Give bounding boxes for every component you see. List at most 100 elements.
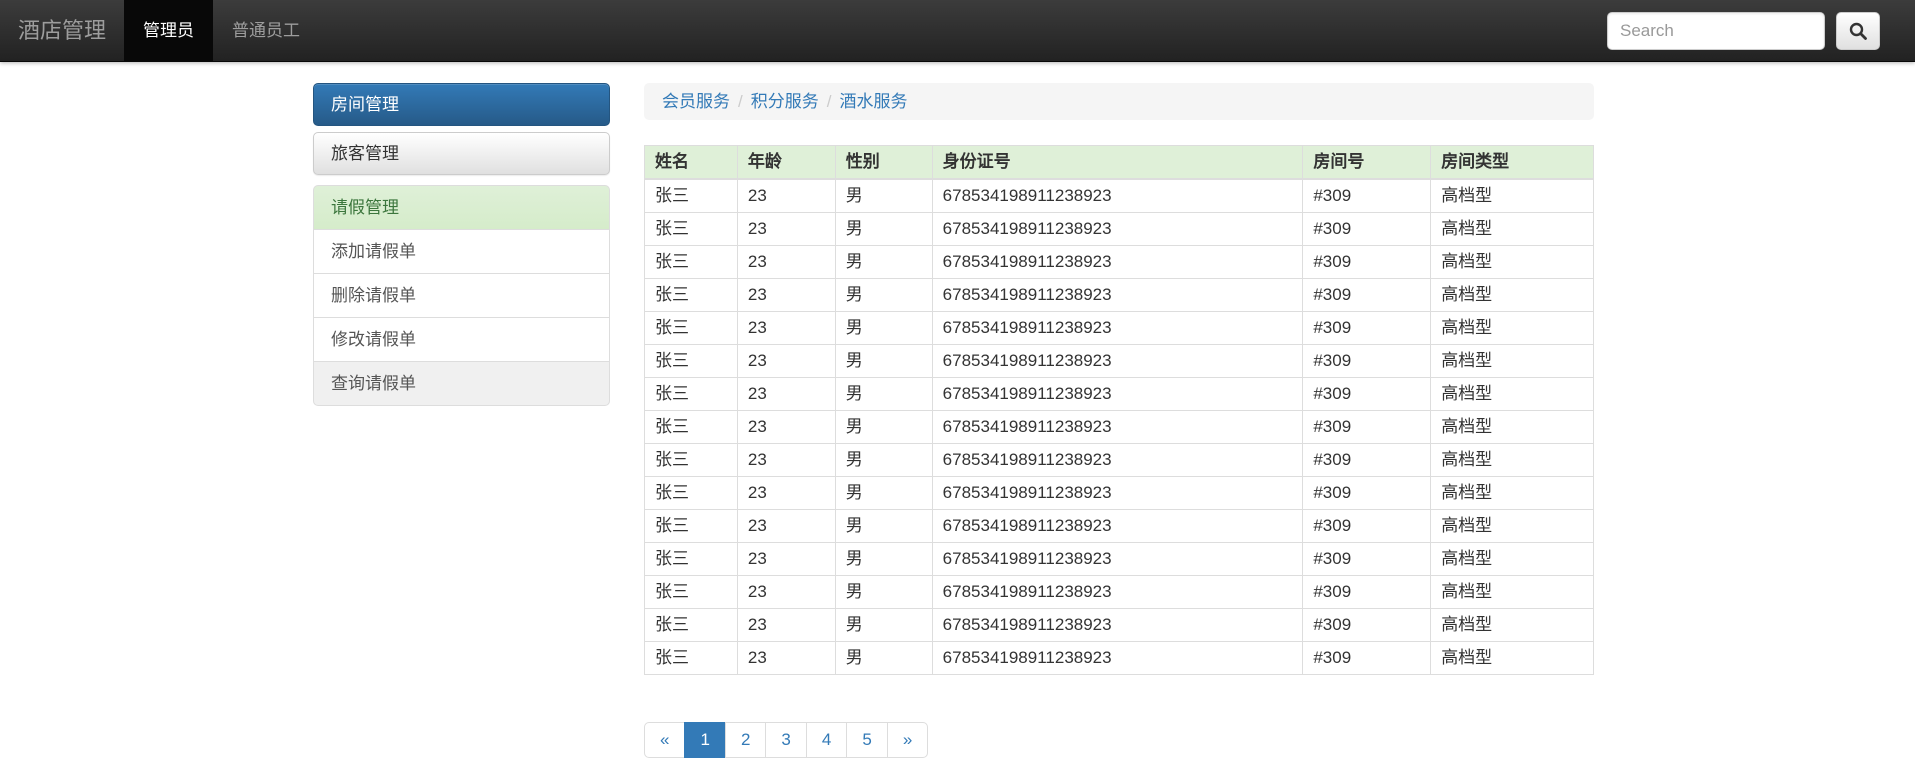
table-cell: #309 (1302, 311, 1432, 345)
sidebar-list-item-5[interactable]: 查询请假单 (313, 362, 610, 406)
table-cell: 高档型 (1430, 641, 1594, 675)
table-cell: 张三 (644, 575, 738, 609)
table-cell: 张三 (644, 641, 738, 675)
table-cell: 23 (736, 311, 836, 345)
table-cell: #309 (1302, 278, 1432, 312)
table-cell: 23 (736, 178, 836, 213)
table-cell: 张三 (644, 377, 738, 411)
sidebar-list-item-3[interactable]: 删除请假单 (313, 274, 610, 318)
search-input[interactable] (1607, 11, 1825, 50)
table-cell: 678534198911238923 (931, 641, 1304, 675)
table-cell: 23 (736, 476, 836, 510)
table-row: 张三 23 男 678534198911238923 #309 高档型 (644, 641, 1594, 675)
table-cell: 高档型 (1430, 178, 1594, 213)
table-cell: 678534198911238923 (931, 410, 1304, 444)
navbar-search-form (1607, 0, 1915, 61)
table-cell: 678534198911238923 (931, 278, 1304, 312)
table-header-cell: 年龄 (736, 145, 836, 180)
table-cell: #309 (1302, 542, 1432, 576)
sidebar-list-item-1[interactable]: 请假管理 (313, 185, 610, 230)
sidebar-list-item-2[interactable]: 添加请假单 (313, 230, 610, 274)
page-body: 房间管理旅客管理请假管理 添加请假单 删除请假单 修改请假单 查询请假单 会员服务 / 积分… (0, 62, 1915, 777)
pagination-page-4[interactable]: 4 (805, 722, 848, 758)
pagination: «1 2 3 4 5» (644, 722, 1594, 758)
search-icon (1848, 21, 1868, 41)
table-cell: 678534198911238923 (931, 178, 1304, 213)
table-cell: 男 (834, 641, 933, 675)
table-cell: 23 (736, 575, 836, 609)
table-cell: #309 (1302, 443, 1432, 477)
table-cell: 高档型 (1430, 608, 1594, 642)
table-cell: 23 (736, 212, 836, 246)
sidebar: 房间管理旅客管理请假管理 添加请假单 删除请假单 修改请假单 查询请假单 (313, 83, 610, 406)
table-header-cell: 身份证号 (931, 145, 1304, 180)
guest-table-head: 姓名 年龄 性别 身份证号 房间号 房间类型 (644, 145, 1594, 180)
pagination-next[interactable]: » (886, 722, 929, 758)
table-cell: 男 (834, 311, 933, 345)
table-cell: 高档型 (1430, 410, 1594, 444)
table-cell: #309 (1302, 608, 1432, 642)
table-cell: 高档型 (1430, 443, 1594, 477)
breadcrumb-item-3[interactable]: 酒水服务 (839, 91, 907, 112)
table-cell: 678534198911238923 (931, 608, 1304, 642)
table-cell: 678534198911238923 (931, 476, 1304, 510)
table-cell: 张三 (644, 212, 738, 246)
table-cell: 高档型 (1430, 476, 1594, 510)
table-header-row: 姓名 年龄 性别 身份证号 房间号 房间类型 (644, 145, 1594, 180)
table-cell: 男 (834, 608, 933, 642)
table-cell: 678534198911238923 (931, 443, 1304, 477)
table-cell: 678534198911238923 (931, 377, 1304, 411)
sidebar-button-2[interactable]: 旅客管理 (313, 132, 610, 175)
table-cell: 678534198911238923 (931, 542, 1304, 576)
sidebar-list-item-4[interactable]: 修改请假单 (313, 318, 610, 362)
pagination-prev[interactable]: « (644, 722, 686, 758)
sidebar-button-1[interactable]: 房间管理 (313, 83, 610, 126)
table-header-cell: 姓名 (644, 145, 738, 180)
sidebar-list-group: 请假管理 添加请假单 删除请假单 修改请假单 查询请假单 (313, 185, 610, 406)
guest-table: 姓名 年龄 性别 身份证号 房间号 房间类型 张三 23 男 67853419891123892… (644, 145, 1594, 675)
pagination-page-5[interactable]: 5 (846, 722, 888, 758)
table-cell: 张三 (644, 178, 738, 213)
table-cell: 张三 (644, 608, 738, 642)
breadcrumb: 会员服务 / 积分服务 / 酒水服务 (644, 83, 1594, 120)
navbar-item-2[interactable]: 普通员工 (213, 0, 319, 61)
table-cell: 男 (834, 443, 933, 477)
table-row: 张三 23 男 678534198911238923 #309 高档型 (644, 608, 1594, 642)
navbar-item-1[interactable]: 管理员 (124, 0, 214, 61)
table-cell: 23 (736, 278, 836, 312)
table-row: 张三 23 男 678534198911238923 #309 高档型 (644, 178, 1594, 213)
table-cell: 23 (736, 344, 836, 378)
table-cell: 张三 (644, 410, 738, 444)
table-cell: 男 (834, 212, 933, 246)
table-cell: #309 (1302, 344, 1432, 378)
table-cell: 23 (736, 410, 836, 444)
table-cell: 高档型 (1430, 344, 1594, 378)
table-cell: 23 (736, 245, 836, 279)
table-row: 张三 23 男 678534198911238923 #309 高档型 (644, 443, 1594, 477)
table-cell: 张三 (644, 509, 738, 543)
breadcrumb-item-1[interactable]: 会员服务 (662, 91, 730, 112)
table-cell: #309 (1302, 410, 1432, 444)
brand[interactable]: 酒店管理 (0, 0, 124, 61)
table-cell: #309 (1302, 245, 1432, 279)
breadcrumb-item-2[interactable]: 积分服务 (751, 91, 819, 112)
search-button[interactable] (1836, 11, 1880, 50)
table-cell: 男 (834, 278, 933, 312)
table-cell: 23 (736, 443, 836, 477)
table-row: 张三 23 男 678534198911238923 #309 高档型 (644, 575, 1594, 609)
table-cell: 678534198911238923 (931, 212, 1304, 246)
table-cell: 男 (834, 410, 933, 444)
table-cell: #309 (1302, 575, 1432, 609)
table-cell: 高档型 (1430, 575, 1594, 609)
pagination-page-2[interactable]: 2 (724, 722, 767, 758)
pagination-page-1[interactable]: 1 (684, 722, 726, 758)
table-cell: 高档型 (1430, 542, 1594, 576)
pagination-page-3[interactable]: 3 (765, 722, 807, 758)
table-row: 张三 23 男 678534198911238923 #309 高档型 (644, 278, 1594, 312)
table-cell: #309 (1302, 178, 1432, 213)
table-cell: 男 (834, 245, 933, 279)
table-row: 张三 23 男 678534198911238923 #309 高档型 (644, 212, 1594, 246)
table-row: 张三 23 男 678534198911238923 #309 高档型 (644, 542, 1594, 576)
table-row: 张三 23 男 678534198911238923 #309 高档型 (644, 311, 1594, 345)
table-cell: 张三 (644, 245, 738, 279)
